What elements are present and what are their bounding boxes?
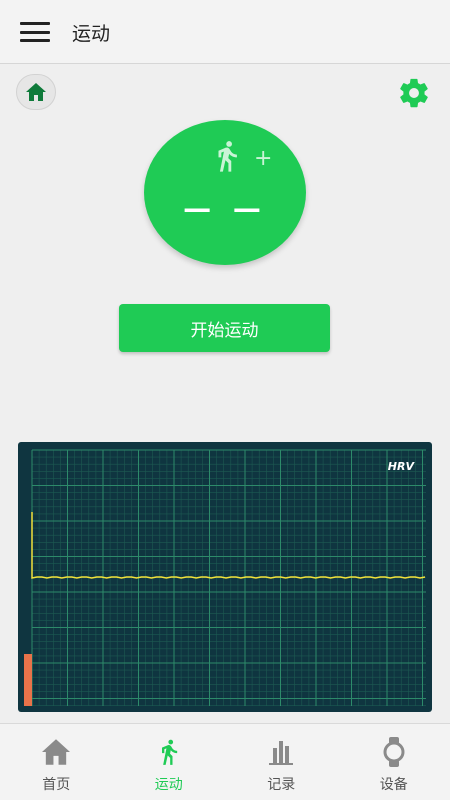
hrv-chart: HRV: [18, 442, 432, 712]
add-icon[interactable]: +: [254, 148, 272, 170]
gear-icon: [400, 78, 428, 108]
nav-item-records[interactable]: 记录: [225, 724, 338, 800]
home-icon: [40, 736, 72, 768]
watch-icon: [378, 736, 410, 768]
sport-mode-circle[interactable]: + — —: [144, 120, 306, 265]
chart-title: HRV: [387, 460, 414, 473]
running-icon: [153, 736, 185, 768]
hrv-series-line: [31, 512, 426, 579]
top-bar: 运动: [0, 0, 450, 64]
nav-item-label: 记录: [267, 777, 296, 793]
page-title: 运动: [72, 23, 111, 45]
nav-item-label: 运动: [154, 777, 183, 793]
hrv-chart-plot: [24, 449, 426, 706]
menu-icon[interactable]: [20, 20, 50, 44]
sport-value: — —: [183, 192, 267, 225]
nav-item-home[interactable]: 首页: [0, 724, 113, 800]
nav-item-sport[interactable]: 运动: [113, 724, 226, 800]
bottom-nav: 首页 运动 记录 设备: [0, 723, 450, 800]
home-icon: [26, 83, 46, 101]
nav-item-device[interactable]: 设备: [338, 724, 450, 800]
bar-chart-icon: [265, 736, 297, 768]
home-button[interactable]: [16, 74, 56, 110]
settings-button[interactable]: [395, 74, 433, 112]
nav-item-label: 首页: [42, 777, 71, 793]
nav-item-label: 设备: [379, 777, 408, 793]
start-exercise-button[interactable]: 开始运动: [119, 304, 330, 352]
running-icon: [218, 141, 237, 172]
level-marker: [24, 654, 32, 706]
